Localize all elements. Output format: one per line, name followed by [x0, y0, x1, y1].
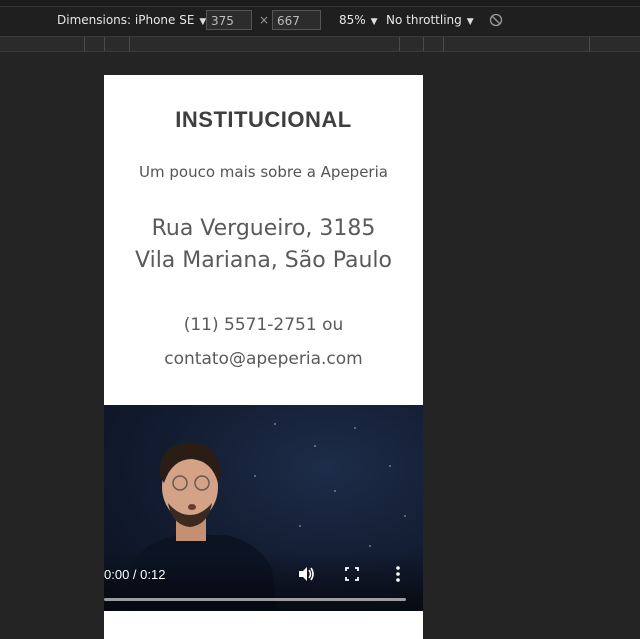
video-controls: 0:00 / 0:12 [104, 551, 423, 611]
page-subtitle: Um pouco mais sobre a Apeperia [139, 163, 388, 181]
mq-divider [443, 37, 444, 51]
email-link[interactable]: contato@apeperia.com [104, 342, 423, 376]
rotate-icon[interactable] [489, 13, 503, 27]
device-label: Dimensions: iPhone SE [57, 13, 195, 27]
phone-line: (11) 5571-2751 ou [183, 315, 344, 335]
video-time: 0:00 / 0:12 [104, 567, 166, 582]
times-icon: × [259, 13, 270, 27]
zoom-dropdown[interactable]: 85% ▼ [339, 13, 378, 27]
height-input[interactable]: 667 [272, 10, 321, 30]
mq-divider [104, 37, 105, 51]
volume-icon[interactable] [297, 565, 315, 583]
media-query-bar[interactable] [0, 37, 640, 52]
zoom-label: 85% [339, 13, 366, 27]
mq-divider [129, 37, 130, 51]
device-dropdown[interactable]: Dimensions: iPhone SE ▼ [57, 13, 206, 27]
top-ruler [0, 0, 640, 7]
video-player[interactable]: 0:00 / 0:12 [104, 405, 423, 611]
address-line-1: Rua Vergueiro, 3185 [151, 216, 376, 241]
mq-divider [589, 37, 590, 51]
video-progress-bar[interactable] [104, 598, 406, 601]
throttling-label: No throttling [386, 13, 462, 27]
more-options-icon[interactable] [394, 565, 402, 583]
throttling-dropdown[interactable]: No throttling ▼ [386, 13, 474, 27]
chevron-down-icon: ▼ [370, 17, 378, 27]
devtools-toolbar: Dimensions: iPhone SE ▼ 375 × 667 85% ▼ No… [0, 0, 640, 37]
device-viewport: INSTITUCIONAL Um pouco mais sobre a Apep… [104, 75, 423, 639]
address-block: Rua Vergueiro, 3185 Vila Mariana, São Pa… [104, 213, 423, 277]
page-title: INSTITUCIONAL [175, 107, 352, 132]
address-line-2: Vila Mariana, São Paulo [135, 248, 392, 273]
mq-divider [423, 37, 424, 51]
mq-divider [399, 37, 400, 51]
width-input[interactable]: 375 [206, 10, 252, 30]
mq-divider [84, 37, 85, 51]
chevron-down-icon: ▼ [466, 17, 474, 27]
contact-block: (11) 5571-2751 ou contato@apeperia.com [104, 308, 423, 376]
fullscreen-icon[interactable] [344, 565, 360, 583]
